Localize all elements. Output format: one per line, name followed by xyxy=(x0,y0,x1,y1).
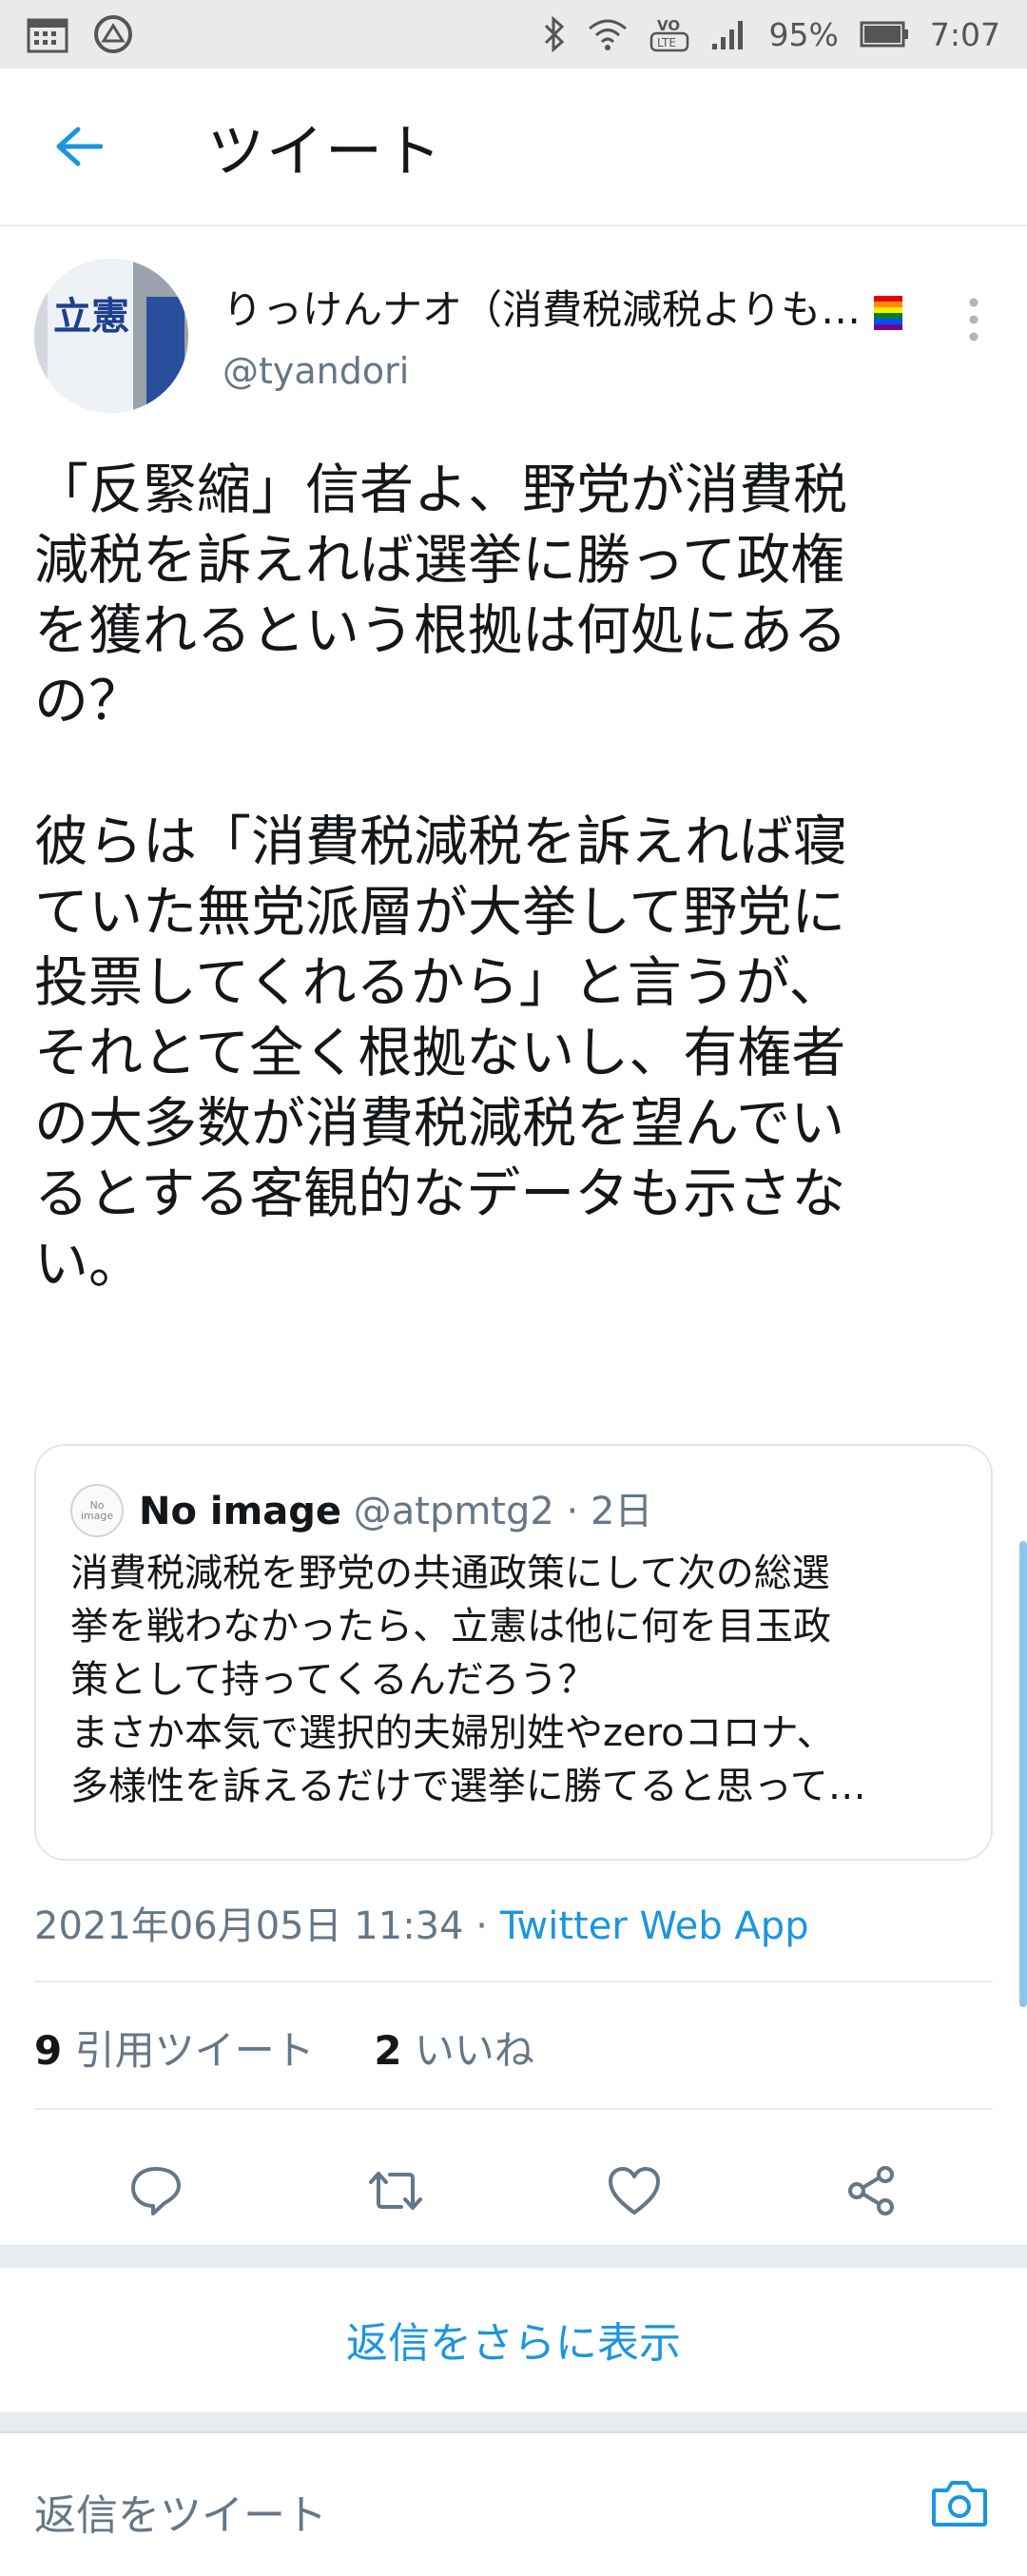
more-options-button[interactable] xyxy=(955,291,993,348)
likes-label: いいね xyxy=(401,2027,534,2074)
svg-text:LTE: LTE xyxy=(657,36,676,49)
quote-meta: @atpmtg2 · 2日 xyxy=(341,1490,653,1533)
reply-icon[interactable] xyxy=(128,2163,184,2218)
reply-input[interactable]: 返信をツイート xyxy=(34,2481,327,2542)
client-link[interactable]: Twitter Web App xyxy=(500,1904,809,1948)
app-circle-icon xyxy=(93,14,133,54)
author-name[interactable]: りっけんナオ（消費税減税よりも… xyxy=(223,278,902,336)
quote-line: 策として持ってくるんだろう？ xyxy=(70,1658,596,1702)
quote-line: まさか本気で選択的夫婦別姓やzeroコロナ、 xyxy=(70,1711,835,1755)
quote-tweets-label: 引用ツイート xyxy=(62,2027,315,2074)
share-icon[interactable] xyxy=(843,2163,899,2218)
tweet-actions xyxy=(0,2138,1027,2243)
svg-text:VO: VO xyxy=(657,17,680,34)
quote-text: 消費税減税を野党の共通政策にして次の総選 挙を戦わなかったら、立憲は他に何を目玉… xyxy=(70,1547,964,1813)
rainbow-flag-icon xyxy=(873,295,902,330)
section-separator xyxy=(0,2412,1027,2431)
signal-icon xyxy=(710,17,748,51)
divider xyxy=(34,2108,993,2110)
tweet-author: 立憲 りっけんナオ（消費税減税よりも… @tyandori xyxy=(34,259,993,420)
quote-line: 多様性を訴えるだけで選挙に勝てると思って… xyxy=(70,1765,866,1808)
back-arrow-icon xyxy=(55,126,103,167)
bluetooth-icon xyxy=(543,16,566,52)
battery-percent: 95% xyxy=(768,15,839,53)
battery-icon xyxy=(860,20,909,49)
timestamp-date: 2021年06月05日 11:34 · xyxy=(34,1904,500,1948)
status-bar: VO LTE 95% 7:07 xyxy=(0,0,1027,68)
page-title: ツイート xyxy=(207,118,443,185)
show-more-replies-button[interactable]: 返信をさらに表示 xyxy=(0,2268,1027,2410)
quoted-tweet[interactable]: No image No image @atpmtg2 · 2日 消費税減税を野党… xyxy=(34,1444,993,1861)
camera-icon xyxy=(930,2477,989,2528)
top-header: ツイート xyxy=(0,68,1027,226)
tweet-paragraph: 彼らは「消費税減税を訴えれば寝 ていた無党派層が大挙して野党に 投票してくれるか… xyxy=(34,810,847,1296)
tweet-timestamp: 2021年06月05日 11:34 · Twitter Web App xyxy=(34,1895,809,1950)
tweet-body: 「反緊縮」信者よ、野党が消費税 減税を訴えれば選挙に勝って政権 を獲れるという根… xyxy=(34,455,995,1299)
avatar-text: 立憲 xyxy=(53,295,129,339)
quote-tweets-stat[interactable]: 9 引用ツイート xyxy=(34,2027,315,2074)
section-separator xyxy=(0,2245,1027,2268)
quote-tweets-count: 9 xyxy=(34,2027,63,2074)
retweet-icon[interactable] xyxy=(365,2163,426,2218)
reply-composer: 返信をツイート xyxy=(0,2431,1027,2576)
calendar-icon xyxy=(27,15,68,53)
divider xyxy=(34,1981,993,1982)
volte-icon: VO LTE xyxy=(649,14,689,54)
quote-avatar: No image xyxy=(70,1484,124,1537)
clock: 7:07 xyxy=(929,15,1000,53)
tweet-paragraph: 「反緊縮」信者よ、野党が消費税 減税を訴えれば選挙に勝って政権 を獲れるという根… xyxy=(34,459,847,732)
wifi-icon xyxy=(587,17,629,51)
like-heart-icon[interactable] xyxy=(607,2165,662,2216)
likes-stat[interactable]: 2 いいね xyxy=(374,2027,534,2074)
author-avatar[interactable]: 立憲 xyxy=(34,259,188,413)
tweet-stats: 9 引用ツイート 2 いいね xyxy=(34,2019,534,2077)
more-vertical-icon xyxy=(955,291,993,348)
scrollbar[interactable] xyxy=(1019,1541,1027,2007)
quote-line: 挙を戦わなかったら、立憲は他に何を目玉政 xyxy=(70,1605,831,1649)
quote-author-name: No image xyxy=(139,1490,342,1533)
back-button[interactable] xyxy=(38,106,120,187)
quote-header: No image @atpmtg2 · 2日 xyxy=(139,1480,652,1535)
author-handle[interactable]: @tyandori xyxy=(223,350,409,392)
likes-count: 2 xyxy=(374,2027,402,2074)
camera-button[interactable] xyxy=(930,2477,989,2528)
quote-line: 消費税減税を野党の共通政策にして次の総選 xyxy=(70,1551,830,1595)
